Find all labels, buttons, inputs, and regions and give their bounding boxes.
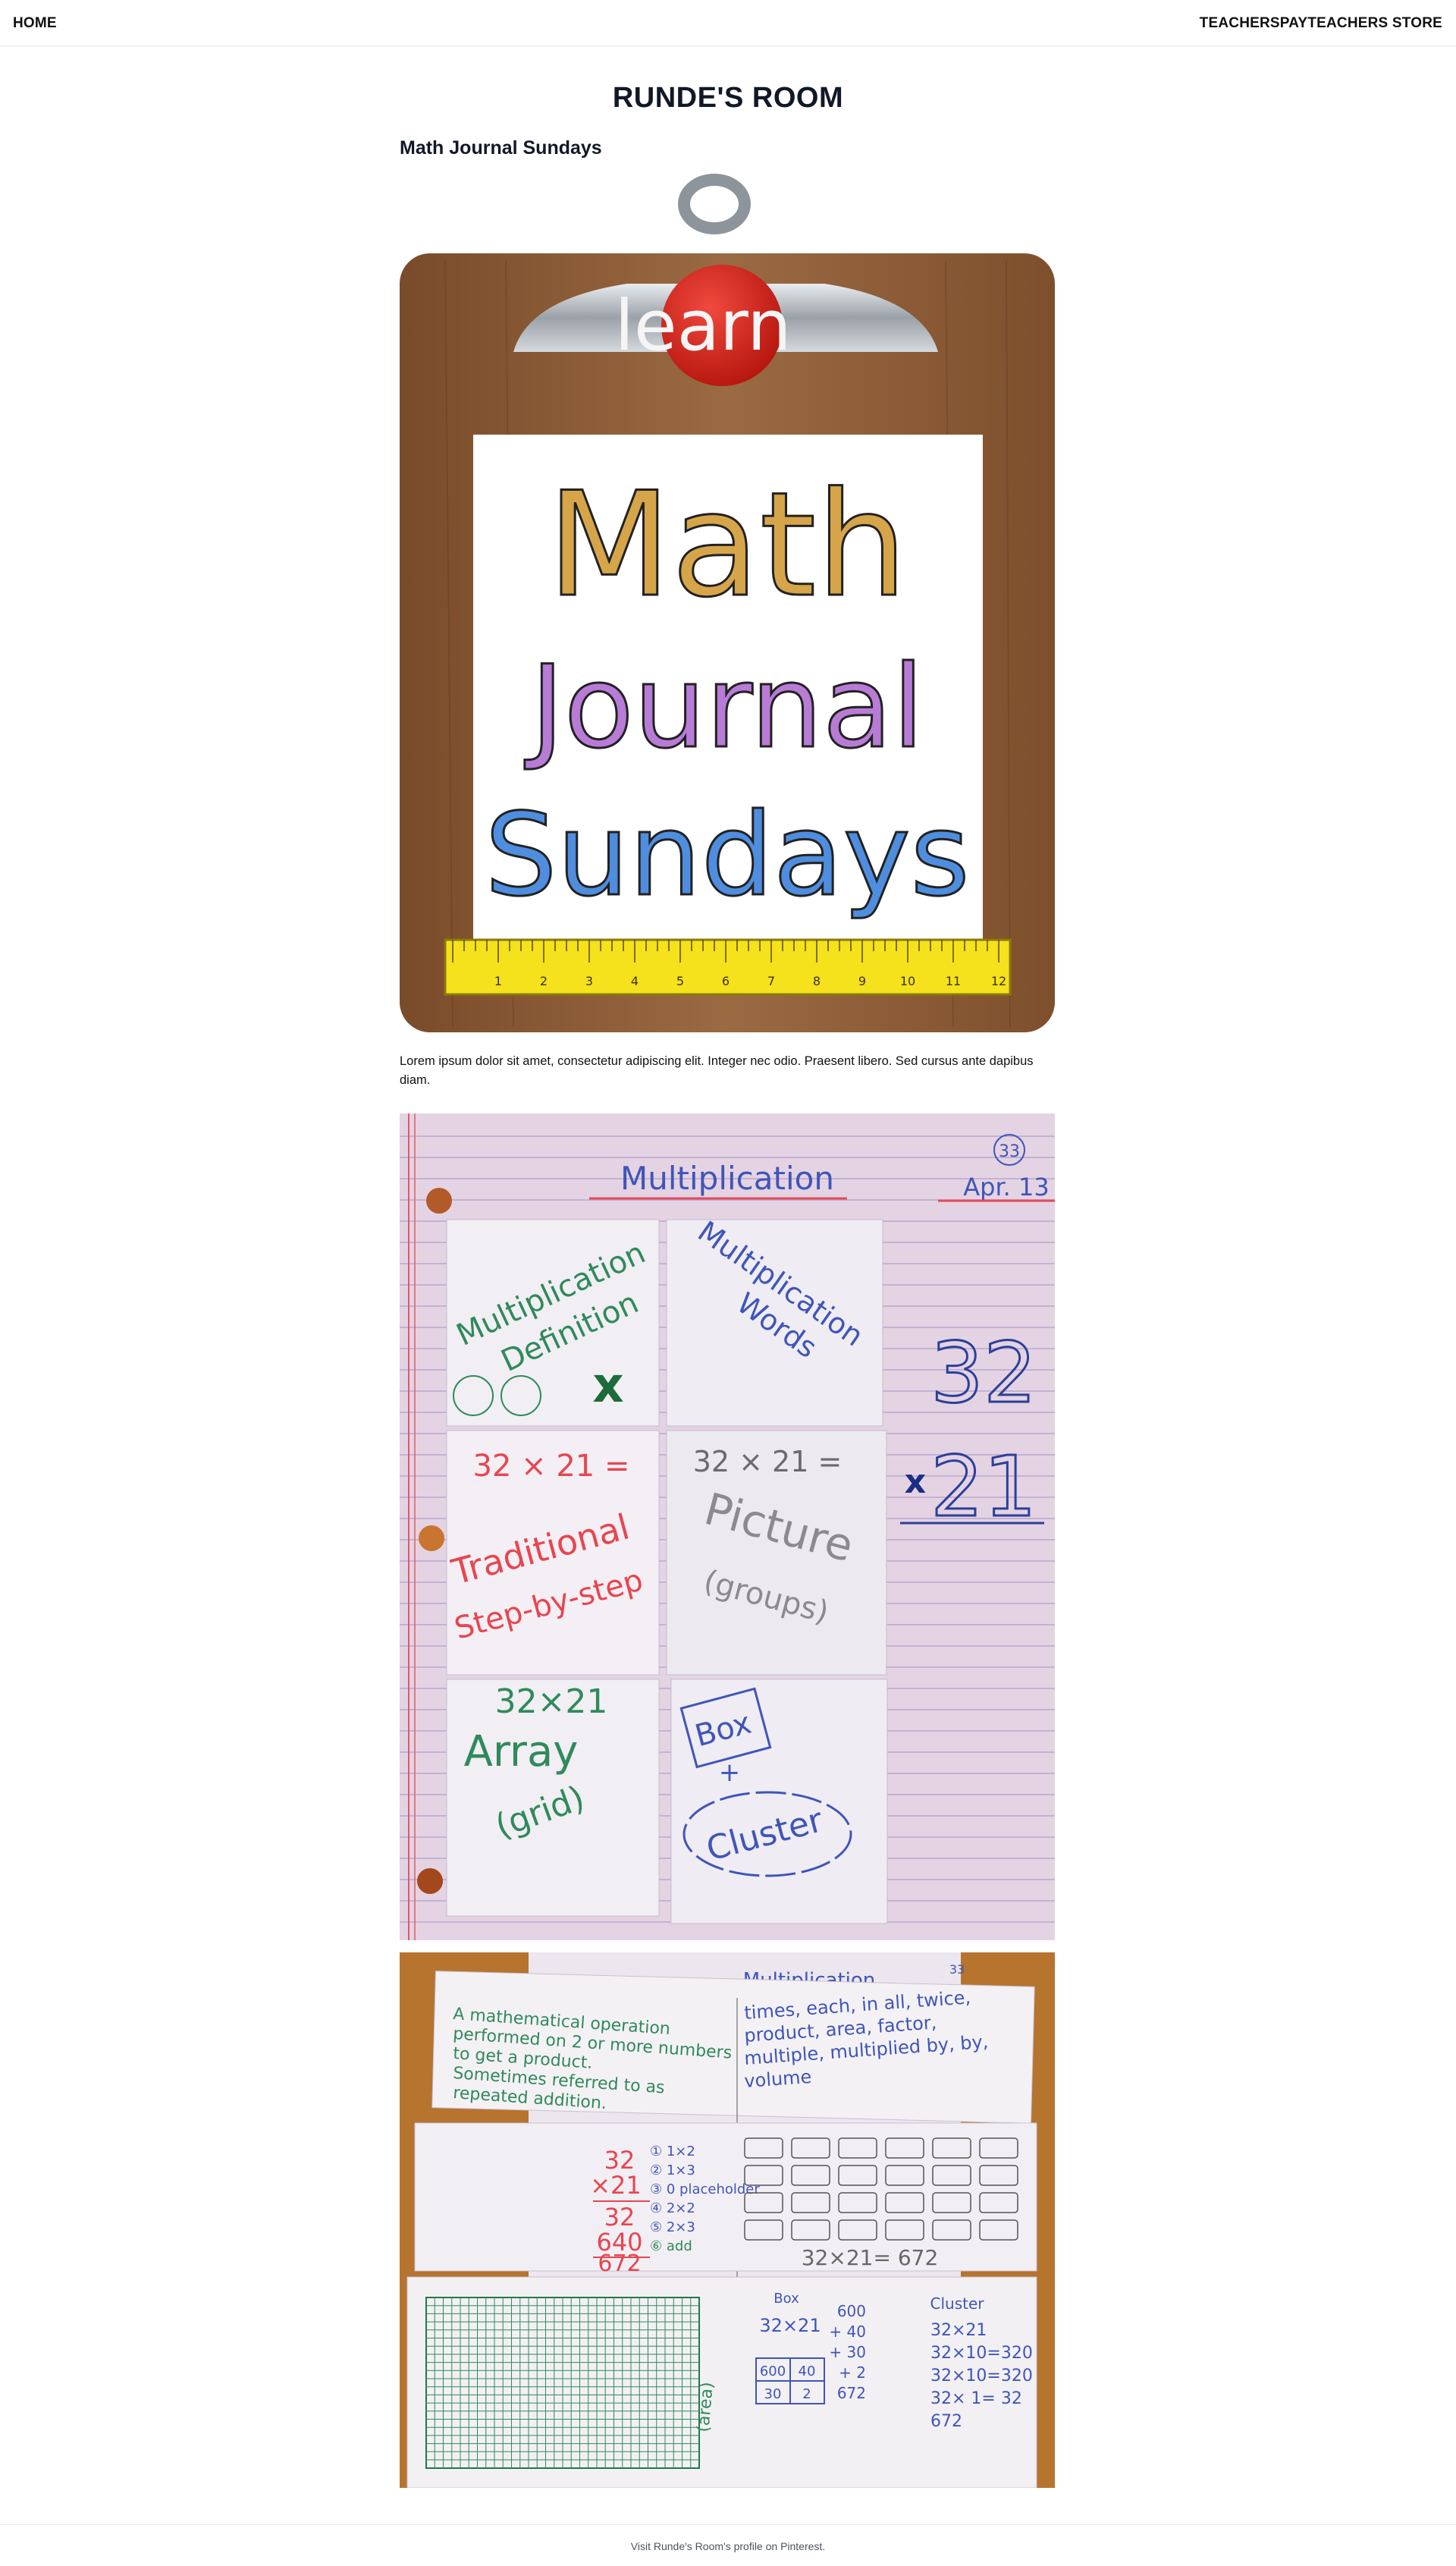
- p1-flap3-a: 32 × 21 =: [473, 1449, 630, 1484]
- p2-trad-mult: ×21: [590, 2171, 642, 2200]
- p1-date: Apr. 13: [963, 1173, 1049, 1201]
- p2-step: ① 1×2: [650, 2144, 695, 2159]
- ruler-number: 3: [585, 974, 593, 988]
- p2-box-sum-line: + 40: [829, 2323, 866, 2341]
- p2-trad-sum: 672: [598, 2250, 641, 2277]
- footer: Visit Runde's Room's profile on Pinteres…: [0, 2524, 1456, 2566]
- hero-line-journal: Journal: [525, 642, 924, 774]
- ruler-number: 9: [858, 974, 866, 988]
- p1-multiply-mark: x: [592, 1358, 623, 1414]
- journal-opened-illustration: Multiplication 33 A mathematical operati…: [400, 1952, 1055, 2488]
- p2-cluster-line: 32× 1= 32: [930, 2389, 1022, 2408]
- p1-flap4-a: 32 × 21 =: [693, 1445, 843, 1478]
- ruler-number: 1: [494, 974, 502, 988]
- post-body-text: Lorem ipsum dolor sit amet, consectetur …: [400, 1054, 1034, 1087]
- p2-box-cell: 30: [764, 2386, 782, 2402]
- p2-cluster-line: 32×10=320: [930, 2367, 1033, 2385]
- p2-step: ④ 2×2: [650, 2200, 695, 2216]
- ruler-number: 11: [946, 974, 961, 988]
- p1-heading: Multiplication: [620, 1160, 834, 1197]
- clip-ring: [678, 174, 751, 234]
- p2-box-sum-line: 672: [837, 2384, 866, 2402]
- p2-step: ③ 0 placeholder: [650, 2181, 760, 2197]
- journal-page-illustration: Multiplication 33 Apr. 13 Multiplication…: [400, 1113, 1055, 1940]
- p1-flap5-a: 32×21: [495, 1682, 608, 1721]
- p1-page-num: 33: [999, 1142, 1020, 1161]
- top-nav-bar: HOME TEACHERSPAYTEACHERS STORE: [0, 0, 1456, 46]
- p2-box-cell: 40: [799, 2363, 816, 2379]
- p1-flap5-b: Array: [464, 1727, 579, 1776]
- ruler-number: 7: [767, 974, 775, 988]
- p2-box-sum-line: + 2: [839, 2363, 866, 2382]
- p2-cluster-line: 672: [930, 2412, 962, 2431]
- p2-step: ⑤ 2×3: [650, 2219, 695, 2235]
- ruler-number: 10: [900, 974, 915, 988]
- hero-line-sundays: Sundays: [485, 790, 969, 922]
- p2-box-eq: 32×21: [759, 2315, 821, 2336]
- p2-box-sum-line: 600: [837, 2302, 866, 2320]
- journal-photo-flaps[interactable]: Multiplication 33 Apr. 13 Multiplication…: [400, 1113, 1055, 1940]
- ruler-number: 12: [991, 974, 1006, 988]
- site-title: RUNDE'S ROOM: [612, 82, 844, 114]
- ruler-number: 4: [631, 974, 639, 988]
- ruler-number: 5: [676, 974, 684, 988]
- pinterest-profile-link[interactable]: Visit Runde's Room's profile on Pinteres…: [631, 2540, 825, 2552]
- ruler-number: 6: [722, 974, 730, 988]
- p2-cluster-line: 32×21: [930, 2321, 987, 2340]
- p1-side-sign: x: [905, 1462, 926, 1501]
- p2-cluster-line: 32×10=320: [930, 2344, 1033, 2363]
- p2-box-title: Box: [774, 2291, 799, 2307]
- p2-page-num: 33: [949, 1962, 965, 1977]
- learn-badge-text: learn: [614, 285, 791, 366]
- p2-step: ⑥ add: [650, 2238, 692, 2254]
- post-title: Math Journal Sundays: [400, 137, 602, 159]
- p2-step: ② 1×3: [650, 2162, 695, 2178]
- journal-photo-opened[interactable]: Multiplication 33 A mathematical operati…: [400, 1952, 1055, 2488]
- p1-flap6-b: +: [719, 1757, 741, 1788]
- p1-side-bottom: 21: [930, 1438, 1037, 1535]
- p2-groups-eq: 32×21= 672: [802, 2245, 939, 2270]
- hero-line-math: Math: [547, 461, 907, 629]
- clipboard-illustration: learn Math Journal Sundays 1 2 3 4 5 6 7 8 9 10 11…: [400, 174, 1055, 1032]
- nav-home-link[interactable]: HOME: [13, 15, 57, 32]
- ruler-number: 2: [540, 974, 548, 988]
- p2-box-sum-line: + 30: [829, 2343, 866, 2361]
- nav-store-link[interactable]: TEACHERSPAYTEACHERS STORE: [1200, 15, 1442, 32]
- p1-side-top: 32: [930, 1324, 1037, 1421]
- p2-box-cell: 600: [760, 2363, 786, 2379]
- p2-box-cell: 2: [802, 2386, 811, 2402]
- hero-image-math-journal-sundays[interactable]: learn Math Journal Sundays 1 2 3 4 5 6 7 8 9 10 11…: [400, 170, 1055, 1032]
- ruler-number: 8: [813, 974, 821, 988]
- p2-cluster-title: Cluster: [930, 2294, 985, 2313]
